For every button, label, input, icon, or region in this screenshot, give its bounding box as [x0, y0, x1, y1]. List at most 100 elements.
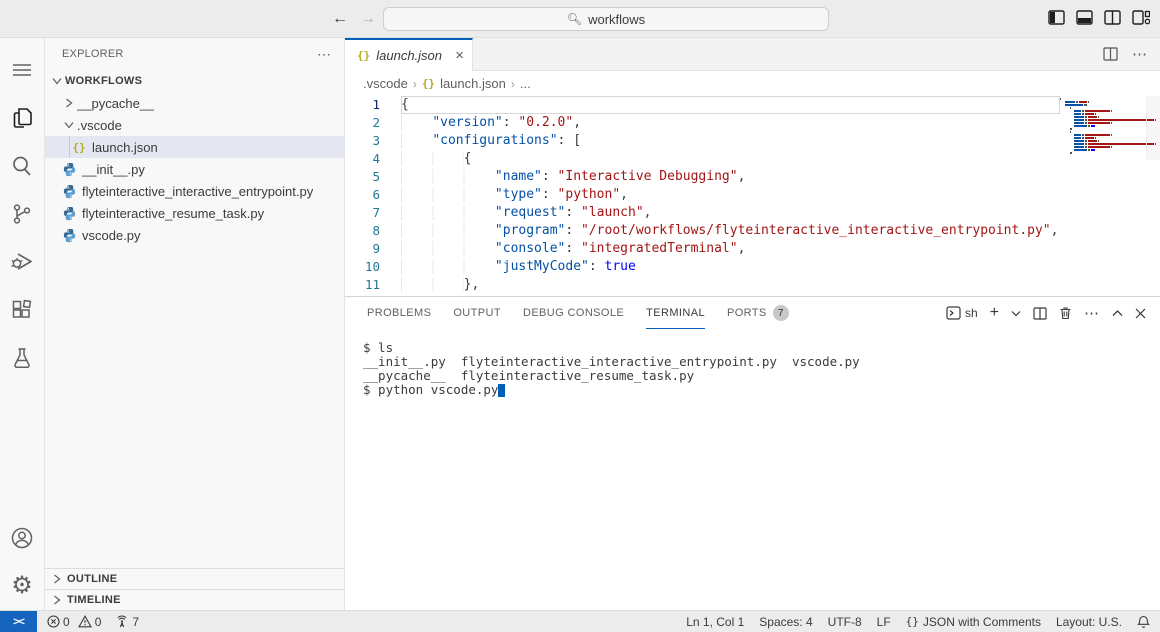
line-number: 1 — [345, 96, 401, 114]
title-bar: ← → 🔍︎ workflows — [0, 0, 1160, 38]
accounts-icon[interactable] — [0, 514, 45, 562]
tree-item--pycache-[interactable]: __pycache__ — [45, 92, 344, 114]
status-lf[interactable]: LF — [877, 615, 891, 629]
code-line-1[interactable]: 1{ — [345, 96, 1160, 114]
tree-root-workflows[interactable]: WORKFLOWS — [45, 70, 344, 92]
tree-item-label: WORKFLOWS — [65, 75, 142, 87]
split-terminal-icon[interactable] — [1033, 307, 1047, 320]
tree-item-flyteinteractive-resume-task-py[interactable]: flyteinteractive_resume_task.py — [45, 202, 344, 224]
json-file-icon: {} — [422, 77, 435, 90]
nav-forward-button[interactable]: → — [358, 9, 378, 29]
panel-tab-output[interactable]: OUTPUT — [453, 297, 501, 329]
radio-tower-icon — [115, 615, 129, 628]
toggle-sidebar-icon[interactable] — [1048, 10, 1065, 25]
close-panel-icon[interactable] — [1135, 308, 1146, 319]
settings-gear-icon[interactable]: ⚙ — [0, 562, 45, 610]
code-line-9[interactable]: 9 "console": "integratedTerminal", — [345, 240, 1160, 258]
code-line-4[interactable]: 4 { — [345, 150, 1160, 168]
tree-item-label: __init__.py — [82, 162, 145, 177]
code-line-7[interactable]: 7 "request": "launch", — [345, 204, 1160, 222]
source-control-icon[interactable] — [0, 190, 45, 238]
section-timeline[interactable]: TIMELINE — [45, 589, 344, 610]
breadcrumb-item[interactable]: ... — [520, 76, 531, 91]
panel-tab-problems[interactable]: PROBLEMS — [367, 297, 431, 329]
code-line-10[interactable]: 10 "justMyCode": true — [345, 258, 1160, 276]
chevron-right-icon — [49, 592, 65, 608]
code-editor[interactable]: 1{2 "version": "0.2.0",3 "configurations… — [345, 96, 1160, 296]
status-spaces-4[interactable]: Spaces: 4 — [759, 615, 812, 629]
breadcrumb-item[interactable]: launch.json — [440, 76, 506, 91]
menu-icon[interactable] — [0, 46, 45, 94]
code-line-5[interactable]: 5 "name": "Interactive Debugging", — [345, 168, 1160, 186]
status-json-with-comments[interactable]: {}JSON with Comments — [906, 615, 1041, 629]
new-terminal-icon[interactable]: + — [990, 304, 999, 322]
code-line-11[interactable]: 11 }, — [345, 276, 1160, 294]
tree-item-label: .vscode — [77, 118, 122, 133]
toggle-panel-icon[interactable] — [1076, 10, 1093, 25]
section-outline[interactable]: OUTLINE — [45, 568, 344, 589]
terminal-output[interactable]: $ ls__init__.py flyteinteractive_interac… — [345, 329, 1160, 610]
code-line-3[interactable]: 3 "configurations": [ — [345, 132, 1160, 150]
panel-tab-ports[interactable]: PORTS7 — [727, 297, 789, 329]
line-number: 4 — [345, 150, 401, 168]
tab-close-icon[interactable]: × — [455, 47, 464, 64]
breadcrumb-separator: › — [511, 77, 515, 91]
line-number: 2 — [345, 114, 401, 132]
breadcrumb-item[interactable]: .vscode — [363, 76, 408, 91]
chevron-right-icon — [61, 95, 77, 111]
status-layout-u-s-[interactable]: Layout: U.S. — [1056, 615, 1122, 629]
explorer-icon[interactable] — [0, 94, 45, 142]
chevron-right-icon — [49, 571, 65, 587]
run-debug-icon[interactable] — [0, 238, 45, 286]
split-editor-icon[interactable] — [1103, 47, 1118, 61]
command-center-text: workflows — [588, 12, 645, 27]
notifications-bell-icon[interactable] — [1137, 615, 1150, 629]
sidebar-more-actions-icon[interactable]: ⋯ — [317, 46, 332, 63]
status-ln-1-col-1[interactable]: Ln 1, Col 1 — [686, 615, 744, 629]
panel-more-actions-icon[interactable]: ⋯ — [1084, 304, 1100, 322]
chevron-down-icon — [49, 73, 65, 89]
kill-terminal-icon[interactable] — [1059, 306, 1072, 320]
tree-item-vscode-py[interactable]: vscode.py — [45, 224, 344, 246]
line-number: 10 — [345, 258, 401, 276]
maximize-panel-icon[interactable] — [1112, 310, 1123, 317]
tab-launch-json[interactable]: {} launch.json × — [345, 38, 473, 71]
testing-icon[interactable] — [0, 334, 45, 382]
search-icon[interactable] — [0, 142, 45, 190]
customize-layout-icon[interactable] — [1132, 10, 1150, 25]
tree-item-launch-json[interactable]: {}launch.json — [45, 136, 344, 158]
terminal-line: __pycache__ flyteinteractive_resume_task… — [363, 369, 1160, 383]
status-utf-8[interactable]: UTF-8 — [828, 615, 862, 629]
code-line-2[interactable]: 2 "version": "0.2.0", — [345, 114, 1160, 132]
minimap[interactable] — [1060, 98, 1146, 155]
terminal-cursor — [498, 384, 505, 397]
tree-item-label: __pycache__ — [77, 96, 154, 111]
panel-tab-debug-console[interactable]: DEBUG CONSOLE — [523, 297, 624, 329]
terminal-dropdown-icon[interactable] — [1011, 310, 1021, 317]
code-line-8[interactable]: 8 "program": "/root/workflows/flyteinter… — [345, 222, 1160, 240]
tree-item--init-py[interactable]: __init__.py — [45, 158, 344, 180]
tree-item-flyteinteractive-interactive-entrypoint-py[interactable]: flyteinteractive_interactive_entrypoint.… — [45, 180, 344, 202]
command-center-search[interactable]: 🔍︎ workflows — [383, 7, 829, 31]
split-editor-icon[interactable] — [1104, 10, 1121, 25]
remote-indicator[interactable]: >< — [0, 611, 37, 632]
editor-more-actions-icon[interactable]: ⋯ — [1132, 45, 1148, 63]
extensions-icon[interactable] — [0, 286, 45, 334]
editor-scrollbar[interactable] — [1146, 96, 1160, 160]
problems-status[interactable]: 0 0 — [47, 615, 101, 629]
shell-label: sh — [965, 306, 978, 320]
python-file-icon — [61, 205, 77, 221]
forwarded-ports-status[interactable]: 7 — [115, 615, 139, 629]
terminal-line: $ ls — [363, 341, 1160, 355]
chevron-down-icon — [61, 117, 77, 133]
code-line-6[interactable]: 6 "type": "python", — [345, 186, 1160, 204]
panel-tab-terminal[interactable]: TERMINAL — [646, 297, 705, 329]
explorer-sidebar: EXPLORER ⋯ WORKFLOWS__pycache__.vscode{}… — [45, 38, 345, 610]
tab-label: launch.json — [376, 48, 449, 63]
ports-badge: 7 — [773, 305, 789, 321]
nav-back-button[interactable]: ← — [330, 9, 350, 29]
json-file-icon: {} — [357, 49, 370, 62]
tree-item--vscode[interactable]: .vscode — [45, 114, 344, 136]
terminal-profile[interactable]: sh — [946, 306, 978, 320]
braces-icon: {} — [906, 615, 919, 628]
